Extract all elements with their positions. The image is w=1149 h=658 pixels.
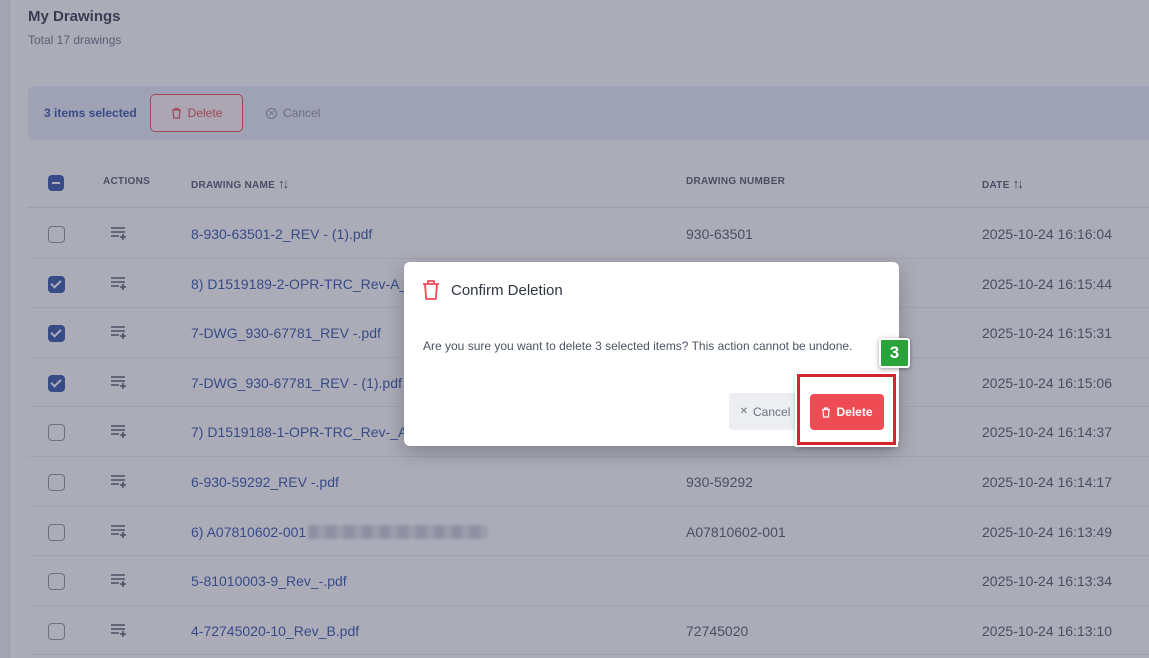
dialog-cancel-button[interactable]: ✕ Cancel: [729, 393, 801, 430]
dialog-delete-label: Delete: [836, 405, 873, 419]
trash-icon: [423, 280, 439, 300]
step-badge: 3: [879, 338, 910, 368]
dialog-delete-button[interactable]: Delete: [810, 394, 884, 430]
trash-icon: [822, 406, 831, 418]
dialog-message: Are you sure you want to delete 3 select…: [423, 339, 853, 353]
close-icon: ✕: [739, 406, 749, 417]
dialog-title: Confirm Deletion: [451, 282, 563, 299]
dialog-cancel-label: Cancel: [753, 404, 791, 419]
